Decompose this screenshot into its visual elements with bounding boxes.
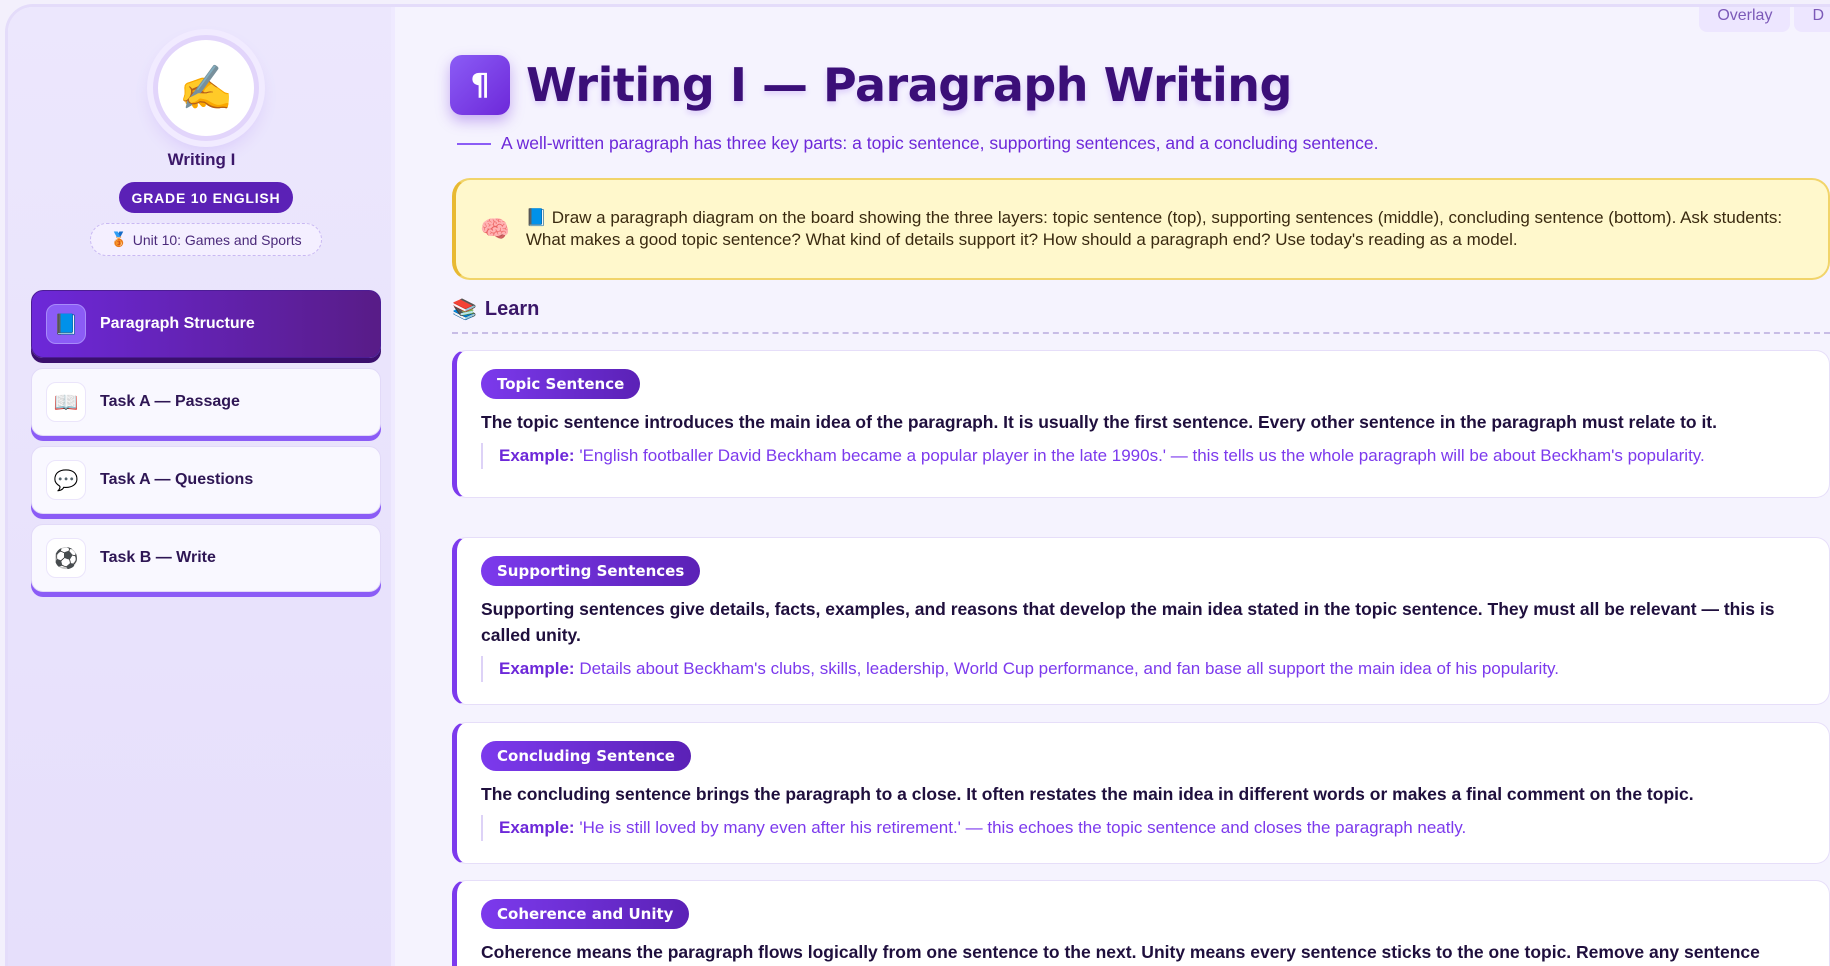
toolbar-button[interactable]: D xyxy=(1794,7,1830,32)
example-label: Example: xyxy=(499,446,575,465)
teacher-note-text: 📘 Draw a paragraph diagram on the board … xyxy=(525,208,1783,249)
sidebar-nav: 📘 Paragraph Structure 📖 Task A — Passage… xyxy=(31,290,381,602)
page-subtitle: A well-written paragraph has three key p… xyxy=(457,133,1378,154)
sidebar-item-task-b-write[interactable]: ⚽ Task B — Write xyxy=(31,524,381,592)
sidebar-item-task-a-passage[interactable]: 📖 Task A — Passage xyxy=(31,368,381,436)
subtitle-text: A well-written paragraph has three key p… xyxy=(501,133,1379,153)
unit-label: Unit 10: Games and Sports xyxy=(132,231,302,248)
page-header: ¶ Writing I — Paragraph Writing xyxy=(450,55,1292,115)
card-tag: Supporting Sentences xyxy=(481,556,701,586)
blue-book-icon: 📘 xyxy=(46,304,86,344)
sidebar-item-label: Task B — Write xyxy=(100,549,216,566)
card-tag: Coherence and Unity xyxy=(481,899,690,929)
section-divider xyxy=(452,332,1830,334)
writing-hand-icon: ✍️ xyxy=(153,35,259,141)
medal-icon: 🥉 xyxy=(110,231,128,247)
example-label: Example: xyxy=(499,818,575,837)
card-example: Example: 'English footballer David Beckh… xyxy=(481,443,1807,469)
sidebar-item-task-a-questions[interactable]: 💬 Task A — Questions xyxy=(31,446,381,514)
lesson-card-topic-sentence: Topic Sentence The topic sentence introd… xyxy=(452,350,1830,498)
example-text: 'English footballer David Beckham became… xyxy=(579,446,1705,465)
sidebar-item-label: Paragraph Structure xyxy=(100,315,255,332)
sidebar: ✍️ Writing I GRADE 10 ENGLISH 🥉 Unit 10:… xyxy=(8,7,395,966)
example-text: 'He is still loved by many even after hi… xyxy=(579,818,1467,837)
app-name: Writing I xyxy=(167,150,236,169)
page-title: Writing I — Paragraph Writing xyxy=(526,58,1292,112)
card-body: The concluding sentence brings the parag… xyxy=(481,784,1694,804)
sidebar-item-label: Task A — Passage xyxy=(100,393,240,410)
overlay-button[interactable]: Overlay xyxy=(1699,7,1791,32)
learn-heading-label: Learn xyxy=(484,298,540,320)
sidebar-item-label: Task A — Questions xyxy=(100,471,254,488)
card-tag: Topic Sentence xyxy=(481,369,641,399)
speech-bubble-icon: 💬 xyxy=(46,460,86,500)
top-toolbar: Overlay D xyxy=(1699,7,1830,32)
card-example: Example: Details about Beckham's clubs, … xyxy=(481,656,1807,682)
example-label: Example: xyxy=(499,659,575,678)
subtitle-dash xyxy=(457,142,491,145)
learn-section-heading: 📚 Learn xyxy=(452,297,539,322)
example-text: Details about Beckham's clubs, skills, l… xyxy=(579,659,1560,678)
grade-badge: GRADE 10 ENGLISH xyxy=(119,182,293,213)
card-body: Coherence means the paragraph flows logi… xyxy=(481,942,1760,962)
pilcrow-icon: ¶ xyxy=(450,55,510,115)
card-body: Supporting sentences give details, facts… xyxy=(481,599,1775,645)
lesson-card-supporting-sentences: Supporting Sentences Supporting sentence… xyxy=(452,537,1830,705)
unit-badge: 🥉 Unit 10: Games and Sports xyxy=(90,223,322,256)
card-tag: Concluding Sentence xyxy=(481,741,691,771)
card-body: The topic sentence introduces the main i… xyxy=(481,412,1717,432)
brain-icon: 🧠 xyxy=(480,215,510,243)
main-content: Overlay D ¶ Writing I — Paragraph Writin… xyxy=(395,7,1830,966)
soccer-ball-icon: ⚽ xyxy=(46,538,86,578)
lesson-card-concluding-sentence: Concluding Sentence The concluding sente… xyxy=(452,722,1830,864)
lesson-card-coherence-and-unity: Coherence and Unity Coherence means the … xyxy=(452,880,1830,966)
app-frame: ✍️ Writing I GRADE 10 ENGLISH 🥉 Unit 10:… xyxy=(5,4,1830,966)
open-book-icon: 📖 xyxy=(46,382,86,422)
sidebar-item-paragraph-structure[interactable]: 📘 Paragraph Structure xyxy=(31,290,381,358)
teacher-note: 🧠 📘 Draw a paragraph diagram on the boar… xyxy=(452,178,1830,280)
books-icon: 📚 xyxy=(452,299,477,321)
card-example: Example: 'He is still loved by many even… xyxy=(481,815,1807,841)
